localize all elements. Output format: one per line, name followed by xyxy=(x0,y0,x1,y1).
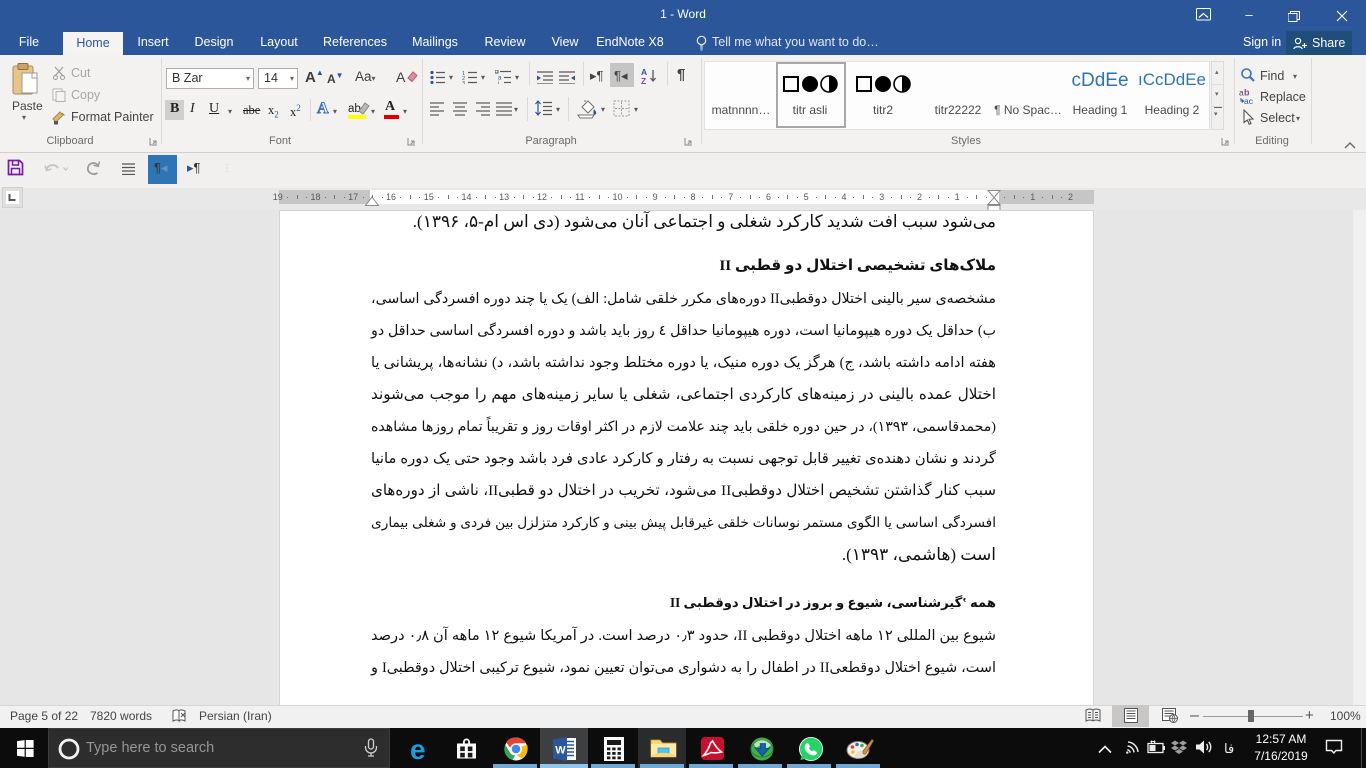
svg-text:ac: ac xyxy=(1244,96,1254,105)
svg-text:Z: Z xyxy=(641,76,646,84)
svg-text:W: W xyxy=(555,745,566,757)
svg-text:3: 3 xyxy=(462,81,465,84)
svg-text:e: e xyxy=(410,736,426,762)
svg-text:A: A xyxy=(396,69,406,85)
svg-text:ab: ab xyxy=(348,103,361,115)
svg-text:i: i xyxy=(498,81,499,84)
